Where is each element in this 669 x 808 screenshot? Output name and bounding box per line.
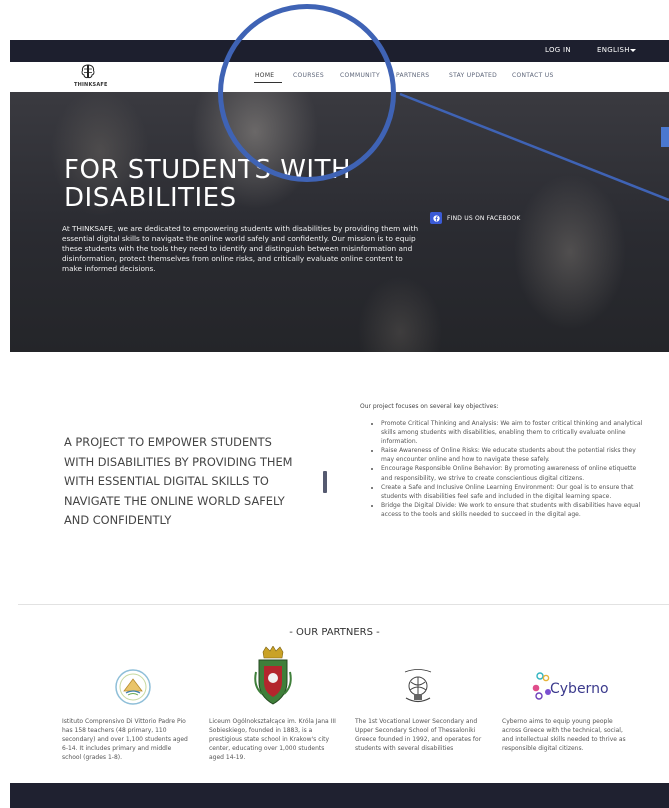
annotation-arrow (399, 92, 669, 202)
